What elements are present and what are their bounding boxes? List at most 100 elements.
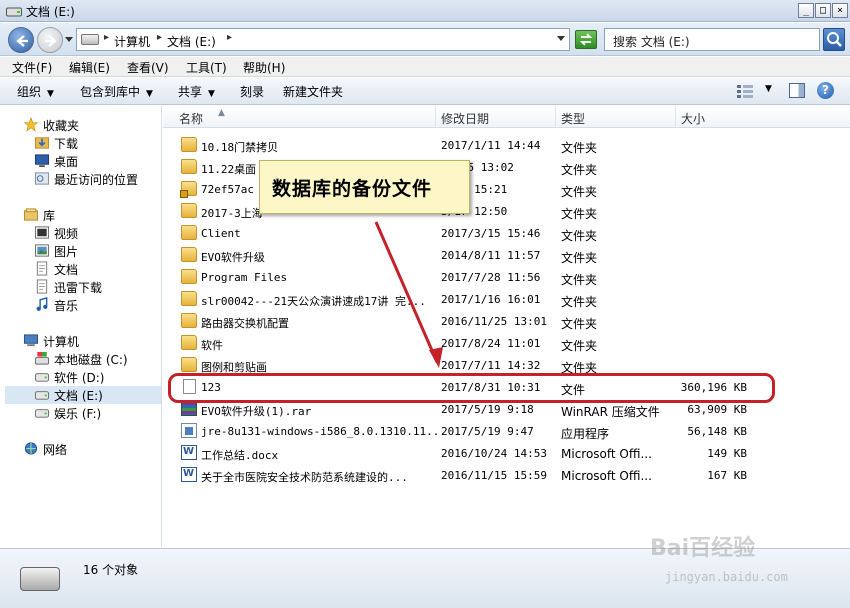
- view-options-icon[interactable]: [737, 84, 753, 98]
- nav-label: 库: [43, 209, 56, 223]
- drive-icon: [81, 34, 99, 45]
- file-row[interactable]: 软件 2017/8/24 11:01 文件夹: [181, 332, 771, 354]
- picture-icon: [34, 244, 50, 257]
- chevron-down-icon[interactable]: [557, 36, 565, 42]
- nav-label: 软件 (D:): [54, 371, 105, 385]
- forward-button[interactable]: [37, 27, 63, 53]
- nav-label: 迅雷下载: [54, 281, 103, 295]
- breadcrumb-separator-icon[interactable]: ▸: [157, 32, 162, 43]
- file-name: Client: [201, 227, 241, 240]
- menu-tools[interactable]: 工具(T): [186, 59, 227, 76]
- file-modified-date: 2017/7/11 14:32: [441, 359, 541, 372]
- search-input[interactable]: 搜索 文档 (E:): [604, 28, 820, 51]
- file-row[interactable]: EVO软件升级 2014/8/11 11:57 文件夹: [181, 244, 771, 266]
- chevron-down-icon[interactable]: ▼: [765, 84, 772, 94]
- file-row[interactable]: slr00042---21天公众演讲速成17讲 完... 2017/1/16 16…: [181, 288, 771, 310]
- new-folder-button[interactable]: 新建文件夹: [283, 83, 343, 100]
- breadcrumb-separator-icon[interactable]: ▸: [227, 32, 232, 43]
- file-name: slr00042---21天公众演讲速成17讲 完...: [201, 295, 426, 308]
- include-in-library-label: 包含到库中: [80, 85, 141, 99]
- folder-icon: [181, 159, 197, 174]
- menu-view[interactable]: 查看(V): [127, 59, 169, 76]
- menu-edit[interactable]: 编辑(E): [69, 59, 110, 76]
- menu-help[interactable]: 帮助(H): [243, 59, 285, 76]
- file-row[interactable]: Client 2017/3/15 15:46 文件夹: [181, 222, 771, 244]
- file-modified-date: 2016/11/25 13:01: [441, 315, 547, 328]
- column-header-size[interactable]: 大小: [676, 106, 850, 128]
- close-button[interactable]: ×: [832, 3, 848, 18]
- library-icon: [23, 208, 39, 221]
- address-bar[interactable]: ▸ 计算机 ▸ 文档 (E:) ▸: [76, 28, 570, 51]
- file-name: 11.22桌面: [201, 163, 257, 176]
- network-icon: [24, 442, 38, 455]
- organize-button[interactable]: 组织 ▼: [17, 83, 54, 100]
- word-document-icon: [181, 445, 197, 460]
- file-type: Microsoft Offi...: [561, 469, 652, 483]
- file-name: 路由器交换机配置: [201, 317, 289, 330]
- file-modified-date: 2017/7/28 11:56: [441, 271, 541, 284]
- breadcrumb-computer[interactable]: 计算机: [114, 33, 150, 50]
- file-modified-date: 2017/8/24 11:01: [441, 337, 541, 350]
- file-modified-date: 2016/10/24 14:53: [441, 447, 547, 460]
- desktop-icon: [34, 154, 50, 168]
- column-header-type[interactable]: 类型: [556, 106, 676, 128]
- file-name: jre-8u131-windows-i586_8.0.1310.11...: [201, 425, 447, 438]
- drive-icon: [34, 409, 50, 418]
- file-row[interactable]: 路由器交换机配置 2016/11/25 13:01 文件夹: [181, 310, 771, 332]
- rar-archive-icon: [181, 401, 197, 416]
- file-row[interactable]: 工作总结.docx 2016/10/24 14:53 Microsoft Offi.…: [181, 442, 771, 464]
- help-icon[interactable]: ?: [817, 82, 834, 99]
- video-icon: [34, 226, 50, 239]
- file-type: Microsoft Offi...: [561, 447, 652, 461]
- menu-bar: 文件(F) 编辑(E) 查看(V) 工具(T) 帮助(H): [0, 57, 850, 77]
- address-row: ▸ 计算机 ▸ 文档 (E:) ▸ 搜索 文档 (E:): [0, 23, 850, 56]
- watermark-logo: Bai百经验: [650, 536, 756, 561]
- highlight-rectangle: [168, 373, 775, 403]
- menu-file[interactable]: 文件(F): [12, 59, 52, 76]
- breadcrumb-separator-icon[interactable]: ▸: [104, 32, 109, 43]
- file-type: 文件夹: [561, 185, 598, 199]
- folder-icon: [181, 335, 197, 350]
- nav-label: 文档: [54, 263, 79, 277]
- refresh-button[interactable]: [575, 30, 597, 49]
- chevron-down-icon[interactable]: [65, 37, 73, 43]
- nav-item-drive-e[interactable]: 文档 (E:): [5, 386, 161, 404]
- window-title: 文档 (E:): [26, 5, 75, 19]
- column-header-label: 名称: [179, 112, 204, 126]
- file-type: 文件夹: [561, 295, 598, 309]
- refresh-icon: [579, 33, 593, 46]
- file-type: 文件夹: [561, 273, 598, 287]
- file-modified-date: 2017/3/15 15:46: [441, 227, 541, 240]
- burn-button[interactable]: 刻录: [240, 83, 264, 100]
- system-drive-icon: [34, 351, 50, 365]
- drive-icon: [34, 373, 50, 382]
- minimize-button[interactable]: _: [798, 3, 814, 18]
- preview-pane-icon[interactable]: [789, 83, 805, 98]
- breadcrumb-drive-e[interactable]: 文档 (E:): [167, 33, 216, 50]
- column-header-name[interactable]: 名称 ▲: [163, 106, 436, 128]
- file-type: 应用程序: [561, 427, 610, 441]
- recent-places-icon: [34, 172, 50, 185]
- file-size: 149 KB: [707, 447, 747, 460]
- file-modified-date: 2017/5/19 9:18: [441, 403, 534, 416]
- chevron-down-icon: ▼: [47, 89, 54, 99]
- column-header-date[interactable]: 修改日期: [436, 106, 556, 128]
- file-row[interactable]: jre-8u131-windows-i586_8.0.1310.11... 201…: [181, 420, 771, 442]
- share-button[interactable]: 共享 ▼: [178, 83, 215, 100]
- folder-icon: [181, 269, 197, 284]
- nav-label: 娱乐 (F:): [54, 407, 102, 421]
- arrow-left-icon: [16, 35, 28, 47]
- word-document-icon: [181, 467, 197, 482]
- include-in-library-button[interactable]: 包含到库中 ▼: [80, 83, 153, 100]
- file-type: 文件夹: [561, 163, 598, 177]
- file-row[interactable]: 10.18门禁拷贝 2017/1/11 14:44 文件夹: [181, 134, 771, 156]
- search-icon: [827, 32, 842, 47]
- search-button[interactable]: [823, 28, 845, 51]
- arrow-right-icon: [45, 35, 57, 47]
- item-count: 16 个对象: [83, 563, 139, 577]
- maximize-button[interactable]: □: [815, 3, 831, 18]
- back-button[interactable]: [8, 27, 34, 53]
- file-row[interactable]: 关于全市医院安全技术防范系统建设的... 2016/11/15 15:59 Micr…: [181, 464, 771, 486]
- file-row[interactable]: Program Files 2017/7/28 11:56 文件夹: [181, 266, 771, 288]
- file-modified-date: 2017/1/16 16:01: [441, 293, 541, 306]
